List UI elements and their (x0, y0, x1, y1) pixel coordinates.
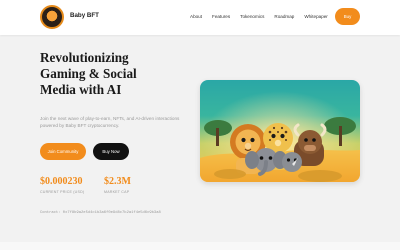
current-price-label: Current Price (USD) (40, 190, 85, 194)
market-cap-label: Market Cap (104, 190, 130, 194)
bottom-section-divider (0, 242, 400, 250)
nav-link-whitepaper[interactable]: Whitepaper (304, 13, 328, 21)
market-cap-stat: $2.3M Market Cap (104, 176, 131, 194)
cartoon-animals-illustration (200, 80, 360, 182)
hero-subtitle: Join the next wave of play-to-earn, NFTs… (40, 116, 180, 128)
current-price-stat: $0.000230 Current Price (USD) (40, 176, 84, 194)
current-price-value: $0.000230 (40, 176, 83, 187)
nav-links: About Features Tokenomics Roadmap Whitep… (190, 13, 328, 21)
hero-title: Revolutionizing Gaming & Social Media wi… (40, 50, 137, 97)
brand-name[interactable]: Baby BFT (70, 12, 99, 19)
buy-now-button[interactable]: Buy Now (93, 143, 129, 160)
baby-bft-logo-icon[interactable] (40, 5, 64, 29)
contract-address[interactable]: Contract: 0x7f8b9a2e5d4c1b3a6f0e9d8c7b2a… (40, 211, 161, 215)
nav-link-tokenomics[interactable]: Tokenomics (240, 13, 264, 21)
navbar: Baby BFT About Features Tokenomics Roadm… (0, 0, 400, 35)
nav-link-about[interactable]: About (190, 13, 202, 21)
join-community-button[interactable]: Join Community (40, 143, 86, 160)
hero-illustration (200, 80, 360, 182)
market-cap-value: $2.3M (104, 176, 131, 187)
nav-link-features[interactable]: Features (212, 13, 230, 21)
nav-link-roadmap[interactable]: Roadmap (274, 13, 294, 21)
nav-buy-button[interactable]: Buy (335, 8, 360, 25)
